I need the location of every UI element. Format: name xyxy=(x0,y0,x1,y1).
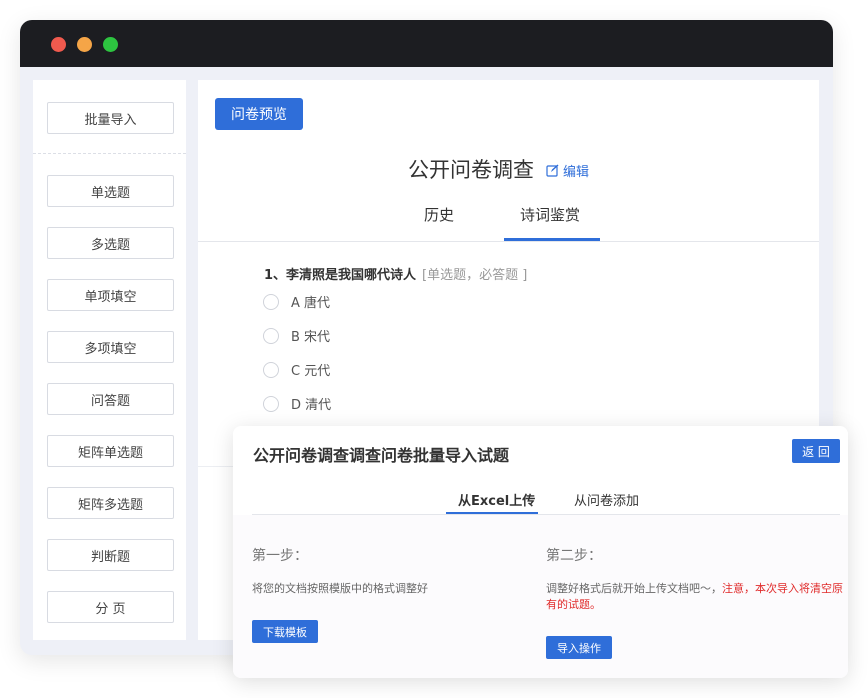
import-button[interactable]: 导入操作 xyxy=(546,636,612,659)
edit-title-link[interactable]: 编辑 xyxy=(546,161,589,180)
step1-description: 将您的文档按照模版中的格式调整好 xyxy=(252,582,428,595)
batch-import-button[interactable]: 批量导入 xyxy=(47,102,174,134)
question-title: 1、李清照是我国哪代诗人 [单选题，必答题 ] xyxy=(264,264,527,283)
sidebar-divider xyxy=(33,153,186,154)
edit-label: 编辑 xyxy=(563,165,590,180)
option-a[interactable]: A 唐代 xyxy=(263,292,330,311)
single-choice-button[interactable]: 单选题 xyxy=(47,175,174,207)
option-label: A 唐代 xyxy=(291,296,331,311)
step1-title: 第一步： xyxy=(252,548,308,564)
step2-text: 调整好格式后就开始上传文档吧～， xyxy=(546,582,722,595)
matrix-multi-button[interactable]: 矩阵多选题 xyxy=(47,487,174,519)
tab-poetry[interactable]: 诗词鉴赏 xyxy=(520,204,580,225)
minimize-window-dot[interactable] xyxy=(77,37,92,52)
radio-button[interactable] xyxy=(263,361,279,378)
option-c[interactable]: C 元代 xyxy=(263,360,330,379)
question-text: 1、李清照是我国哪代诗人 xyxy=(264,268,417,283)
preview-button[interactable]: 问卷预览 xyxy=(215,98,303,130)
radio-button[interactable] xyxy=(263,327,279,344)
option-label: B 宋代 xyxy=(291,330,331,345)
multi-choice-button[interactable]: 多选题 xyxy=(47,227,174,259)
tab-add-from-survey[interactable]: 从问卷添加 xyxy=(574,490,639,509)
tab-history[interactable]: 历史 xyxy=(424,204,454,225)
tabs-divider xyxy=(198,241,819,242)
dialog-title: 公开问卷调查调查问卷批量导入试题 xyxy=(253,446,510,465)
single-blank-button[interactable]: 单项填空 xyxy=(47,279,174,311)
edit-icon xyxy=(546,164,559,177)
question-type: [单选题，必答题 ] xyxy=(422,268,528,283)
maximize-window-dot[interactable] xyxy=(103,37,118,52)
true-false-button[interactable]: 判断题 xyxy=(47,539,174,571)
batch-import-dialog: 公开问卷调查调查问卷批量导入试题 返 回 从Excel上传 从问卷添加 第一步：… xyxy=(233,426,848,678)
back-button[interactable]: 返 回 xyxy=(792,439,840,463)
option-label: D 清代 xyxy=(291,398,332,413)
option-d[interactable]: D 清代 xyxy=(263,394,331,413)
option-label: C 元代 xyxy=(291,364,331,379)
multi-blank-button[interactable]: 多项填空 xyxy=(47,331,174,363)
question-type-sidebar: 批量导入 单选题 多选题 单项填空 多项填空 问答题 矩阵单选题 矩阵多选题 判… xyxy=(33,80,186,640)
radio-button[interactable] xyxy=(263,293,279,310)
radio-button[interactable] xyxy=(263,395,279,412)
close-window-dot[interactable] xyxy=(51,37,66,52)
page-break-button[interactable]: 分 页 xyxy=(47,591,174,623)
step2-title: 第二步： xyxy=(546,548,602,564)
qa-button[interactable]: 问答题 xyxy=(47,383,174,415)
step2-description: 调整好格式后就开始上传文档吧～，注意，本次导入将清空原有的试题。 xyxy=(546,581,844,613)
option-b[interactable]: B 宋代 xyxy=(263,326,330,345)
download-template-button[interactable]: 下载模板 xyxy=(252,620,318,643)
matrix-single-button[interactable]: 矩阵单选题 xyxy=(47,435,174,467)
tab-excel-upload[interactable]: 从Excel上传 xyxy=(458,490,535,509)
title-bar xyxy=(20,20,833,67)
survey-title: 公开问卷调查 xyxy=(408,158,534,182)
